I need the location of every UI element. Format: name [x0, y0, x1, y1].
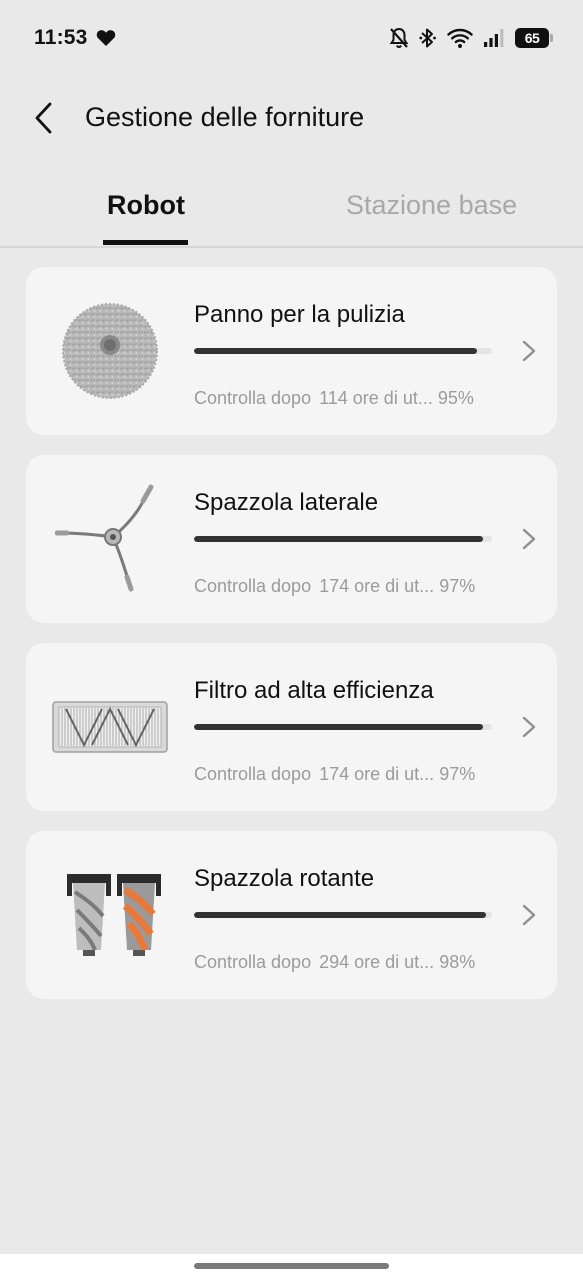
- supply-percent: 97%: [439, 764, 476, 784]
- tab-bar: Robot Stazione base: [0, 170, 583, 248]
- supply-title: Spazzola laterale: [194, 489, 379, 516]
- supply-status-label: Controlla dopo: [194, 764, 312, 784]
- status-time: 11:53: [34, 26, 88, 49]
- roller-brush-image: [48, 855, 172, 975]
- navigation-bar: [0, 1254, 583, 1280]
- progress-bar: [194, 724, 492, 730]
- supply-percent: 97%: [439, 576, 476, 596]
- header: Gestione delle forniture: [0, 80, 583, 156]
- tab-stazione-base[interactable]: Stazione base: [346, 190, 517, 221]
- battery-icon: 65: [515, 28, 553, 48]
- supply-status: Controlla dopo 294 ore di ut... 98%: [194, 952, 475, 973]
- supply-status-label: Controlla dopo: [194, 952, 312, 972]
- supply-status-label: Controlla dopo: [194, 388, 312, 408]
- progress-fill: [194, 536, 484, 542]
- supply-status: Controlla dopo 114 ore di ut... 95%: [194, 388, 474, 409]
- supply-status-label: Controlla dopo: [194, 576, 312, 596]
- supply-card-filtro[interactable]: Filtro ad alta efficienza Controlla dopo…: [26, 643, 557, 811]
- signal-icon: [484, 29, 504, 47]
- home-indicator[interactable]: [194, 1263, 389, 1269]
- heart-icon: [96, 30, 116, 46]
- supply-card-panno[interactable]: Panno per la pulizia Controlla dopo 114 o…: [26, 267, 557, 435]
- wifi-icon: [447, 28, 473, 48]
- chevron-right-icon: [522, 716, 536, 738]
- bell-off-icon: [389, 27, 409, 49]
- supply-card-spazzola-rotante[interactable]: Spazzola rotante Controlla dopo 294 ore d…: [26, 831, 557, 999]
- mop-pad-image: [48, 291, 172, 411]
- supply-title: Filtro ad alta efficienza: [194, 677, 434, 704]
- chevron-right-icon: [522, 904, 536, 926]
- supply-percent: 95%: [437, 388, 474, 408]
- back-button[interactable]: [24, 96, 64, 140]
- progress-bar: [194, 536, 492, 542]
- progress-fill: [194, 348, 478, 354]
- chevron-right-icon: [522, 528, 536, 550]
- hepa-filter-image: [48, 667, 172, 787]
- supply-status: Controlla dopo 174 ore di ut... 97%: [194, 576, 475, 597]
- supply-status: Controlla dopo 174 ore di ut... 97%: [194, 764, 475, 785]
- supply-status-detail: 174 ore di ut...: [319, 576, 435, 596]
- progress-bar: [194, 348, 492, 354]
- progress-bar: [194, 912, 492, 918]
- active-tab-indicator: [103, 240, 188, 245]
- supply-status-detail: 174 ore di ut...: [319, 764, 435, 784]
- bluetooth-icon: [419, 28, 436, 48]
- supply-status-detail: 114 ore di ut...: [319, 388, 433, 408]
- supply-title: Spazzola rotante: [194, 865, 375, 892]
- side-brush-image: [48, 479, 172, 599]
- supply-title: Panno per la pulizia: [194, 301, 405, 328]
- supply-card-spazzola-laterale[interactable]: Spazzola laterale Controlla dopo 174 ore …: [26, 455, 557, 623]
- supply-status-detail: 294 ore di ut...: [319, 952, 435, 972]
- supply-percent: 98%: [439, 952, 476, 972]
- page-title: Gestione delle forniture: [85, 102, 365, 132]
- progress-fill: [194, 912, 487, 918]
- chevron-right-icon: [522, 340, 536, 362]
- supply-list: Panno per la pulizia Controlla dopo 114 o…: [26, 267, 557, 1019]
- chevron-left-icon: [35, 102, 52, 134]
- progress-fill: [194, 724, 484, 730]
- status-icons: 65: [389, 26, 553, 50]
- status-bar: 11:53 65: [0, 0, 583, 78]
- tab-robot[interactable]: Robot: [107, 190, 185, 221]
